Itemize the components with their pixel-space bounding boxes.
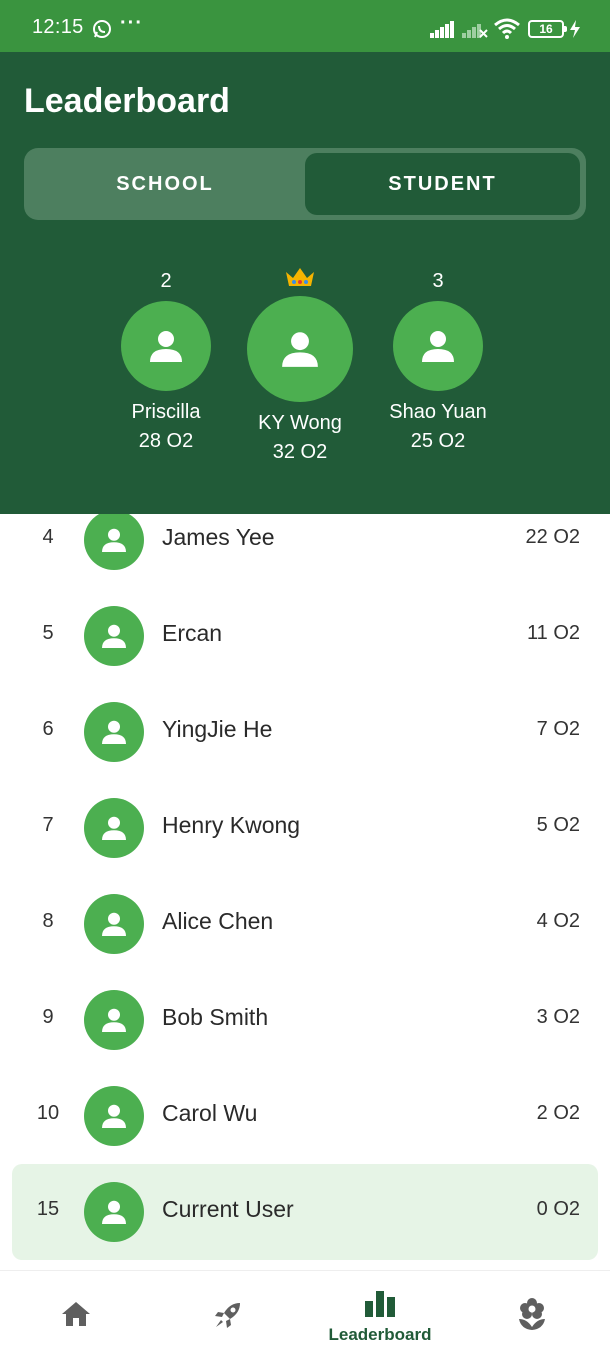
crown-icon xyxy=(286,268,314,286)
list-item[interactable]: 6 YingJie He 7 O2 xyxy=(0,684,610,780)
list-name: Bob Smith xyxy=(162,1004,269,1030)
person-icon xyxy=(102,720,126,744)
list-name: Carol Wu xyxy=(162,1100,258,1126)
list-rank: 7 xyxy=(42,814,54,836)
person-icon xyxy=(102,1200,126,1224)
avatar xyxy=(84,1182,144,1242)
signal-icon xyxy=(430,21,454,38)
list-rank: 9 xyxy=(42,1006,54,1028)
person-icon xyxy=(102,912,126,936)
signal-off-icon xyxy=(462,24,488,38)
status-time: 12:15 xyxy=(32,16,84,38)
home-icon xyxy=(62,1302,90,1326)
podium-name: Shao Yuan xyxy=(389,401,487,423)
person-icon xyxy=(102,624,126,648)
wifi-icon xyxy=(494,18,520,39)
tab-student[interactable]: STUDENT xyxy=(305,153,580,215)
list-name: Henry Kwong xyxy=(162,812,301,838)
person-icon xyxy=(282,332,318,367)
avatar xyxy=(84,514,144,570)
list-item[interactable]: 8 Alice Chen 4 O2 xyxy=(0,876,610,972)
whatsapp-icon xyxy=(93,20,111,38)
person-icon xyxy=(102,816,126,840)
person-icon xyxy=(102,1104,126,1128)
leaderboard-header: Leaderboard SCHOOL STUDENT 2 Priscilla 2… xyxy=(0,52,610,514)
avatar xyxy=(84,702,144,762)
nav-home[interactable] xyxy=(0,1271,152,1356)
list-name: Current User xyxy=(162,1196,294,1222)
list-item[interactable]: 9 Bob Smith 3 O2 xyxy=(0,972,610,1068)
podium-second-place[interactable]: 2 Priscilla 28 O2 xyxy=(106,270,226,453)
podium-third-place[interactable]: 3 Shao Yuan 25 O2 xyxy=(374,270,502,453)
podium-rank: 3 xyxy=(432,270,444,292)
tab-school[interactable]: SCHOOL xyxy=(24,148,306,220)
list-score: 22 O2 xyxy=(525,526,580,548)
list-name: YingJie He xyxy=(162,716,273,742)
nav-label: Leaderboard xyxy=(328,1325,432,1344)
podium-name: Priscilla xyxy=(131,401,201,423)
list-rank: 8 xyxy=(42,910,54,932)
list-rank: 6 xyxy=(42,718,54,740)
list-score: 4 O2 xyxy=(536,910,580,932)
page-title: Leaderboard xyxy=(24,82,230,120)
podium-first-place[interactable]: KY Wong 32 O2 xyxy=(236,266,364,464)
avatar xyxy=(247,296,353,402)
list-score: 0 O2 xyxy=(536,1198,580,1220)
list-rank: 10 xyxy=(36,1102,60,1124)
list-item[interactable]: 4 James Yee 22 O2 xyxy=(0,514,610,588)
avatar xyxy=(84,798,144,858)
list-score: 3 O2 xyxy=(536,1006,580,1028)
list-rank: 4 xyxy=(42,526,54,548)
list-name: Ercan xyxy=(162,620,223,646)
list-score: 11 O2 xyxy=(527,622,580,644)
list-score: 5 O2 xyxy=(536,814,580,836)
leaderboard-list[interactable]: 4 James Yee 22 O2 5 Ercan 11 O2 6 YingJi… xyxy=(0,514,610,1270)
status-bar: 12:15 ··· 16 xyxy=(0,0,610,52)
avatar xyxy=(121,301,211,391)
avatar xyxy=(84,894,144,954)
person-icon xyxy=(102,1008,126,1032)
leaderboard-type-toggle: SCHOOL STUDENT xyxy=(24,148,586,220)
avatar xyxy=(84,990,144,1050)
nav-garden[interactable] xyxy=(456,1271,608,1356)
list-name: Alice Chen xyxy=(162,908,274,934)
podium-score: 25 O2 xyxy=(410,430,466,452)
flower-icon xyxy=(519,1298,545,1330)
list-score: 7 O2 xyxy=(536,718,580,740)
list-name: James Yee xyxy=(162,524,275,550)
list-item[interactable]: 5 Ercan 11 O2 xyxy=(0,588,610,684)
avatar xyxy=(84,1086,144,1146)
more-notifications-icon: ··· xyxy=(120,12,143,34)
battery-icon: 16 xyxy=(528,20,567,38)
avatar xyxy=(84,606,144,666)
list-rank: 5 xyxy=(42,622,54,644)
podium-score: 28 O2 xyxy=(138,430,194,452)
person-icon xyxy=(422,331,454,362)
leaderboard-icon xyxy=(365,1291,395,1317)
podium-rank: 2 xyxy=(160,270,172,292)
list-rank: 15 xyxy=(36,1198,60,1220)
avatar xyxy=(393,301,483,391)
nav-challenges[interactable] xyxy=(152,1271,304,1356)
charging-icon xyxy=(570,20,580,38)
list-item[interactable]: 10 Carol Wu 2 O2 xyxy=(0,1068,610,1164)
bottom-navigation: Leaderboard xyxy=(0,1270,610,1356)
list-score: 2 O2 xyxy=(536,1102,580,1124)
person-icon xyxy=(102,528,126,552)
list-item[interactable]: 7 Henry Kwong 5 O2 xyxy=(0,780,610,876)
current-user-row[interactable]: 15 Current User 0 O2 xyxy=(12,1164,598,1260)
podium-score: 32 O2 xyxy=(272,441,328,463)
rocket-icon xyxy=(215,1303,240,1328)
nav-leaderboard[interactable]: Leaderboard xyxy=(304,1271,456,1356)
person-icon xyxy=(150,331,182,362)
podium-name: KY Wong xyxy=(258,412,342,434)
